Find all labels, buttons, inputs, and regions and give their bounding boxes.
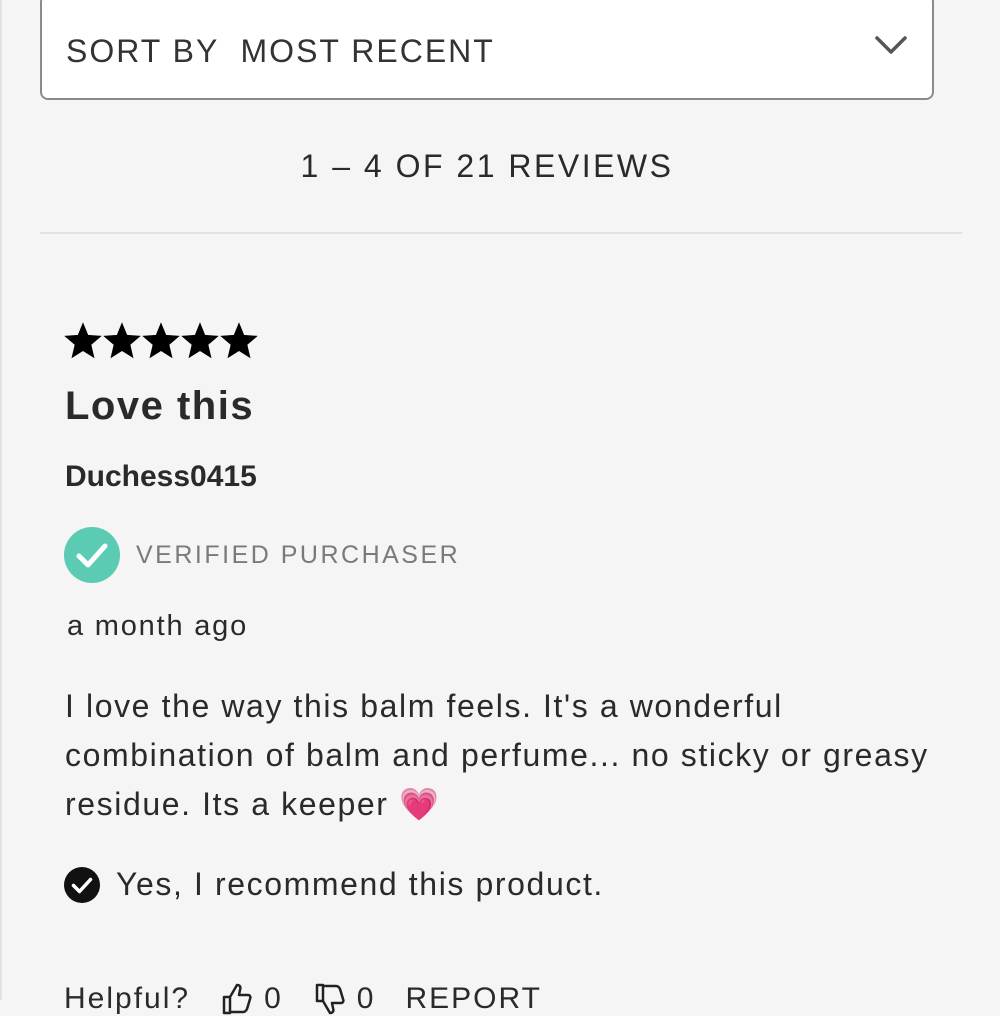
star-icon <box>64 322 102 359</box>
helpful-label: Helpful? <box>64 982 191 1015</box>
thumbs-down-icon <box>315 983 345 1015</box>
report-link[interactable]: REPORT <box>405 982 541 1016</box>
verified-label: VERIFIED PURCHASER <box>136 540 461 569</box>
divider <box>40 232 962 234</box>
star-icon <box>103 322 141 359</box>
helpful-no-count: 0 <box>356 982 376 1015</box>
recommend-text: Yes, I recommend this product. <box>116 866 604 902</box>
review-date: a month ago <box>67 610 249 642</box>
review-body: I love the way this balm feels. It's a w… <box>65 688 929 822</box>
thumbs-up-icon <box>222 983 252 1015</box>
sort-dropdown[interactable]: SORT BY MOST RECENT <box>40 0 934 100</box>
star-icon <box>142 322 180 359</box>
check-circle-icon <box>64 866 100 903</box>
check-circle-icon <box>64 527 120 583</box>
chevron-down-icon <box>875 36 907 54</box>
star-rating <box>64 322 258 360</box>
sort-label: SORT BY MOST RECENT <box>66 32 495 69</box>
review-title: Love this <box>65 384 255 428</box>
review-author: Duchess0415 <box>65 460 257 493</box>
recommendation: Yes, I recommend this product. <box>64 866 604 903</box>
review-count: 1 – 4 OF 21 REVIEWS <box>300 148 674 184</box>
helpful-row: Helpful? 0 0 REPORT <box>64 982 542 1016</box>
helpful-yes-button[interactable]: 0 <box>220 982 283 1016</box>
helpful-yes-count: 0 <box>264 982 283 1015</box>
verified-purchaser-badge: VERIFIED PURCHASER <box>64 527 460 583</box>
star-icon <box>220 322 258 359</box>
helpful-no-button[interactable]: 0 <box>313 982 376 1016</box>
star-icon <box>181 322 219 359</box>
